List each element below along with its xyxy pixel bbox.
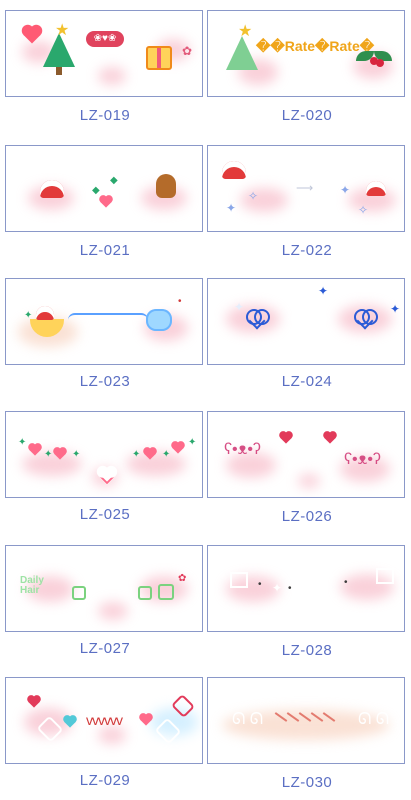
sparkle-icon: ✦ [44, 449, 53, 460]
sparkle-icon: ✦ [318, 284, 329, 298]
item-code: LZ-019 [79, 107, 131, 124]
sparkle-icon: ✦ [326, 569, 337, 583]
christmas-tree-icon: ★ [226, 24, 258, 70]
item-card[interactable]: ᘏ ᘏ ᘏ ᘏ [207, 677, 405, 764]
item-code: LZ-025 [79, 506, 131, 523]
dot-icon: • [344, 577, 348, 588]
sparkle-icon: ✦ [390, 302, 401, 316]
sparkle-icon: ✦ [162, 449, 171, 460]
bouquet-icon [146, 309, 172, 331]
blush [298, 474, 320, 488]
dot-icon: • [258, 579, 262, 590]
sparkle-icon: ✧ [358, 203, 369, 217]
heart-outline-icon [376, 568, 394, 584]
item-card[interactable]: • ✦ • ✦ • [207, 545, 405, 632]
bunny-icon: ᘏ ᘏ [358, 711, 390, 728]
santa-hat-icon [366, 181, 386, 196]
heart-outline-icon [230, 572, 248, 588]
item-code: LZ-028 [281, 642, 333, 659]
item-code: LZ-030 [281, 774, 333, 791]
leaf-icon: ◆ [92, 185, 100, 196]
zigzag-icon: vvvvvv [86, 712, 123, 728]
item-card[interactable]: ✦ • [5, 278, 203, 365]
item-code: LZ-023 [79, 373, 131, 390]
leaf-icon: ✦ [24, 310, 33, 321]
item-card[interactable]: Daily Hair ✿ [5, 545, 203, 632]
stripe-icon [274, 708, 344, 734]
item-card[interactable]: ✦ ✧ ⟶ ✦ ✧ [207, 145, 405, 232]
bow-icon: ✿ [182, 44, 193, 58]
sparkle-icon: ✦ [72, 449, 81, 460]
heart-icon [280, 432, 292, 444]
tree-shape [226, 36, 258, 70]
item-card[interactable]: ✦ ✦ ✦ [207, 278, 405, 365]
sticker-text: Daily Hair [20, 575, 44, 596]
sticker-square-icon [158, 584, 174, 600]
santa-hat-icon [36, 306, 54, 320]
heart-outline-icon [246, 309, 270, 330]
leaf-icon: • [178, 296, 182, 307]
heart-outline-icon [354, 309, 378, 330]
gingerbread-icon [156, 174, 176, 198]
item-code: LZ-020 [281, 107, 333, 124]
heart-icon [28, 696, 40, 708]
bunny-icon: ʕ•ᴥ•ʔ [344, 451, 381, 468]
sparkle-icon: ✦ [234, 300, 245, 314]
product-grid: ★ ❀♥❀ ✿ LZ-019 ★ ��Rate�Rate� LZ-020 ◆ ◆… [0, 0, 411, 800]
christmas-tree-icon: ★ [43, 23, 75, 75]
sparkle-icon: ✦ [18, 437, 27, 448]
sparkle-icon: ⟶ [296, 181, 314, 195]
heart-icon [324, 432, 336, 444]
sparkle-icon: ✧ [248, 189, 259, 203]
candy-pill-icon: ❀♥❀ [86, 31, 124, 47]
sticker-square-icon [138, 586, 152, 600]
sparkle-icon: ✿ [178, 573, 187, 584]
item-card[interactable]: vvvvvv [5, 677, 203, 764]
heart-icon [172, 442, 184, 454]
item-card[interactable]: ✦ ✦ ✦ ✦ ✦ ✦ [5, 411, 203, 498]
sparkle-icon: ✦ [226, 201, 237, 215]
bunny-icon: ʕ•ᴥ•ʔ [224, 441, 261, 458]
dot-icon: • [288, 583, 292, 594]
blush [98, 726, 126, 744]
star-icon: ★ [55, 22, 70, 39]
blush [98, 67, 126, 85]
item-card[interactable]: ★ ��Rate�Rate� [207, 10, 405, 97]
bunny-icon: ᘏ ᘏ [232, 711, 264, 728]
item-code: LZ-024 [281, 373, 333, 390]
santa-hat-icon [222, 161, 246, 179]
heart-icon [100, 196, 112, 208]
item-card[interactable]: ʕ•ᴥ•ʔ ʕ•ᴥ•ʔ [207, 411, 405, 498]
item-code: LZ-026 [281, 508, 333, 525]
item-code: LZ-029 [79, 772, 131, 789]
sticker-square-icon [72, 586, 86, 600]
ribbon-icon [68, 313, 148, 327]
sparkle-icon: ✦ [272, 581, 283, 595]
star-icon: ★ [238, 23, 253, 40]
item-code: LZ-022 [281, 242, 333, 259]
item-code: LZ-027 [79, 640, 131, 657]
gift-icon [146, 46, 172, 70]
tree-trunk [56, 67, 62, 75]
item-card[interactable]: ★ ❀♥❀ ✿ [5, 10, 203, 97]
leaf-icon: ◆ [110, 175, 118, 186]
sparkle-icon: ✦ [340, 183, 351, 197]
santa-hat-icon [40, 180, 64, 198]
item-card[interactable]: ◆ ◆ [5, 145, 203, 232]
sparkle-icon: ✦ [188, 437, 197, 448]
holly-icon [356, 45, 392, 67]
blush [98, 602, 128, 620]
item-code: LZ-021 [79, 242, 131, 259]
sparkle-icon: ✦ [132, 449, 141, 460]
